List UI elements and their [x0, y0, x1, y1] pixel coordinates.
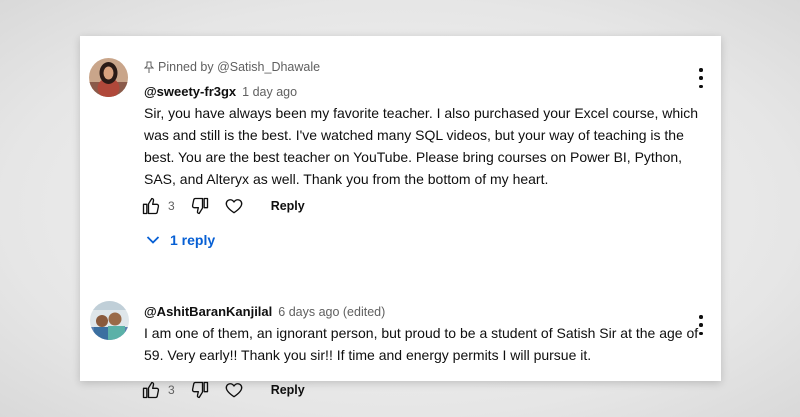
comment-text: I am one of them, an ignorant person, bu… — [144, 325, 699, 363]
more-vert-icon[interactable] — [697, 315, 705, 335]
comment-time[interactable]: 6 days ago (edited) — [278, 305, 385, 319]
comment-thread-pinned: Pinned by @Satish_Dhawale @sweety-fr3gx … — [80, 36, 721, 264]
more-vert-icon[interactable] — [697, 68, 705, 88]
comment-time[interactable]: 1 day ago — [242, 85, 297, 99]
avatar[interactable] — [89, 58, 128, 97]
reply-button[interactable]: Reply — [271, 383, 305, 397]
thumb-up-icon[interactable] — [140, 379, 162, 401]
pinned-text: Pinned by @Satish_Dhawale — [158, 60, 321, 74]
comments-panel: Pinned by @Satish_Dhawale @sweety-fr3gx … — [80, 36, 721, 399]
author-handle[interactable]: @AshitBaranKanjilal — [144, 304, 272, 319]
pinned-label: Pinned by @Satish_Dhawale — [143, 60, 321, 74]
thumb-down-icon[interactable] — [189, 195, 211, 217]
comment-actions: 3 Reply — [140, 195, 305, 217]
chevron-down-icon — [146, 232, 160, 248]
comment-actions: 3 Reply — [140, 379, 305, 401]
comment-header: @AshitBaranKanjilal 6 days ago (edited) — [144, 304, 385, 319]
comment-header: @sweety-fr3gx 1 day ago — [144, 84, 297, 99]
like-count: 3 — [168, 199, 175, 213]
avatar[interactable] — [90, 301, 129, 340]
replies-count: 1 reply — [170, 232, 216, 248]
heart-icon[interactable] — [223, 379, 245, 401]
reply-button[interactable]: Reply — [271, 199, 305, 213]
thumb-up-icon[interactable] — [140, 195, 162, 217]
pin-icon — [143, 61, 155, 74]
comment-text: Sir, you have always been my favorite te… — [144, 105, 699, 187]
thumb-down-icon[interactable] — [189, 379, 211, 401]
view-replies-button[interactable]: 1 reply — [146, 232, 215, 248]
author-handle[interactable]: @sweety-fr3gx — [144, 84, 236, 99]
comment-thread: @AshitBaranKanjilal 6 days ago (edited) … — [80, 264, 721, 399]
like-count: 3 — [168, 383, 175, 397]
heart-icon[interactable] — [223, 195, 245, 217]
